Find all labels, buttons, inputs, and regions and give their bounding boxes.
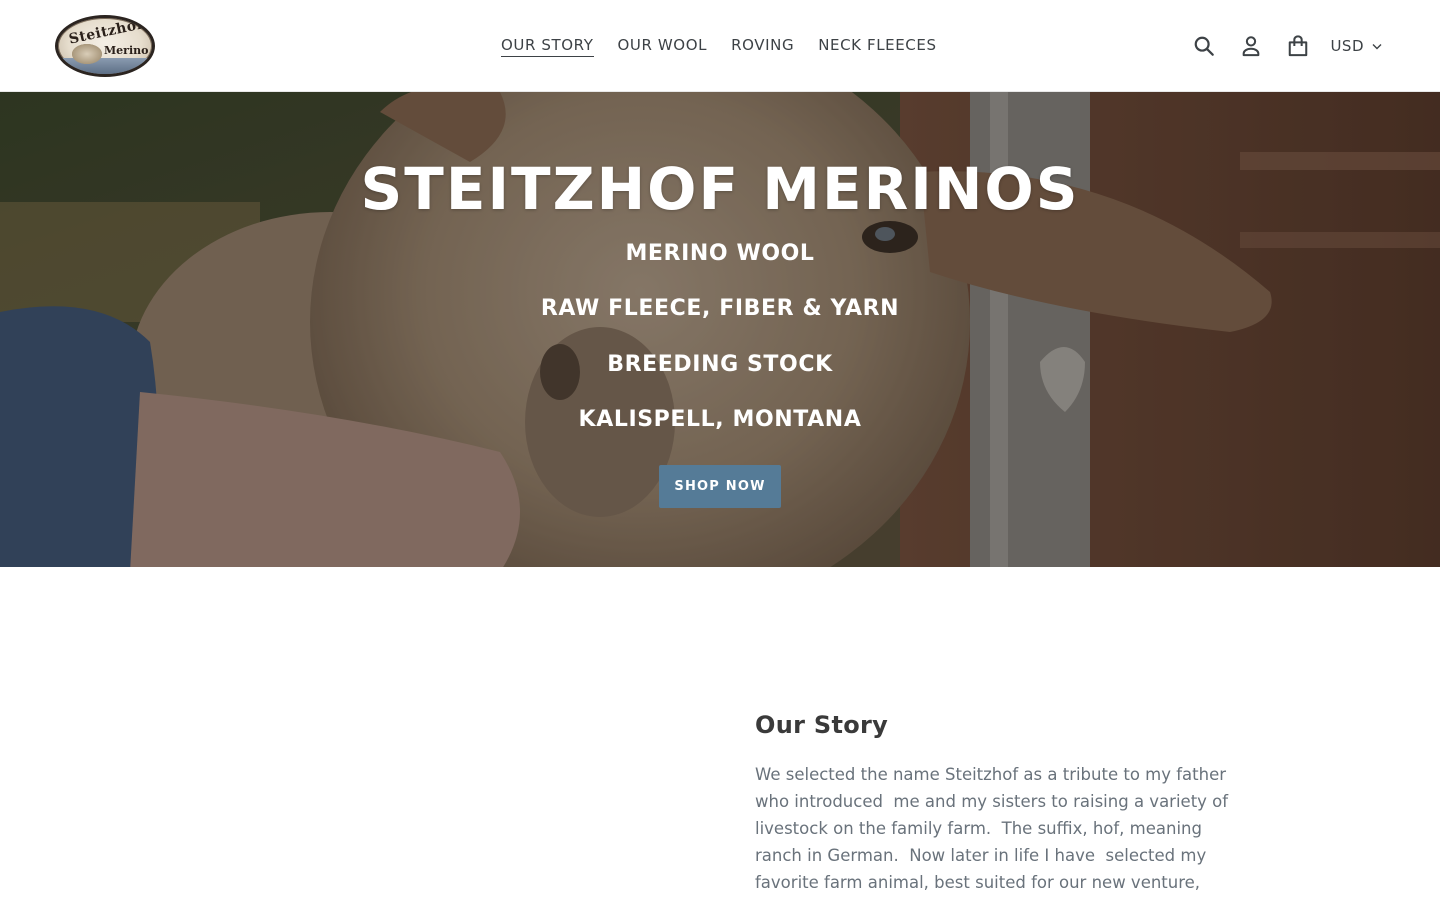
story-heading: Our Story <box>755 711 889 739</box>
steitzhof-logo[interactable]: Steitzhof Merino <box>55 15 155 77</box>
nav-neck-fleeces[interactable]: NECK FLEECES <box>806 34 948 56</box>
search-icon <box>1195 36 1215 56</box>
hero-line-breeding-stock: BREEDING STOCK <box>607 352 833 377</box>
hero-title: STEITZHOF MERINOS <box>360 155 1080 223</box>
nav-our-wool-label: OUR WOOL <box>617 36 708 54</box>
account-button[interactable] <box>1235 30 1267 62</box>
chevron-down-icon <box>1372 43 1382 49</box>
nav-roving-label: ROVING <box>731 36 795 54</box>
search-button[interactable] <box>1188 30 1220 62</box>
cart-icon <box>1289 35 1308 57</box>
shop-now-button[interactable]: SHOP NOW <box>659 465 781 508</box>
logo-subtitle: Merino <box>104 44 149 57</box>
story-line: livestock on the family farm. The suffix… <box>755 819 1202 838</box>
hero-content: STEITZHOF MERINOS MERINO WOOL RAW FLEECE… <box>0 92 1440 567</box>
currency-label: USD <box>1330 37 1364 55</box>
story-line: favorite farm animal, best suited for ou… <box>755 873 1201 892</box>
hero-line-merino-wool: MERINO WOOL <box>625 241 815 266</box>
nav-our-story[interactable]: OUR STORY <box>489 34 606 57</box>
story-line: We selected the name Steitzhof as a trib… <box>755 765 1227 784</box>
account-icon <box>1243 36 1260 57</box>
hero-banner: STEITZHOF MERINOS MERINO WOOL RAW FLEECE… <box>0 92 1440 567</box>
story-line: who introduced me and my sisters to rais… <box>755 792 1229 811</box>
story-body: We selected the name Steitzhof as a trib… <box>755 761 1285 896</box>
hero-line-raw-fleece: RAW FLEECE, FIBER & YARN <box>540 296 900 321</box>
cart-button[interactable] <box>1282 30 1314 62</box>
site-header: Steitzhof Merino OUR STORY OUR WOOL ROVI… <box>0 0 1440 92</box>
nav-our-story-label: OUR STORY <box>501 36 594 57</box>
main-navigation: OUR STORY OUR WOOL ROVING NECK FLEECES <box>489 34 949 57</box>
hero-line-location: KALISPELL, MONTANA <box>578 407 862 432</box>
nav-neck-fleeces-label: NECK FLEECES <box>818 36 937 54</box>
header-actions: USD <box>1173 30 1382 62</box>
currency-selector[interactable]: USD <box>1330 37 1382 55</box>
logo-sheep-icon <box>72 44 102 64</box>
story-line: ranch in German. Now later in life I hav… <box>755 846 1207 865</box>
nav-roving[interactable]: ROVING <box>719 34 806 56</box>
nav-our-wool[interactable]: OUR WOOL <box>606 34 720 56</box>
